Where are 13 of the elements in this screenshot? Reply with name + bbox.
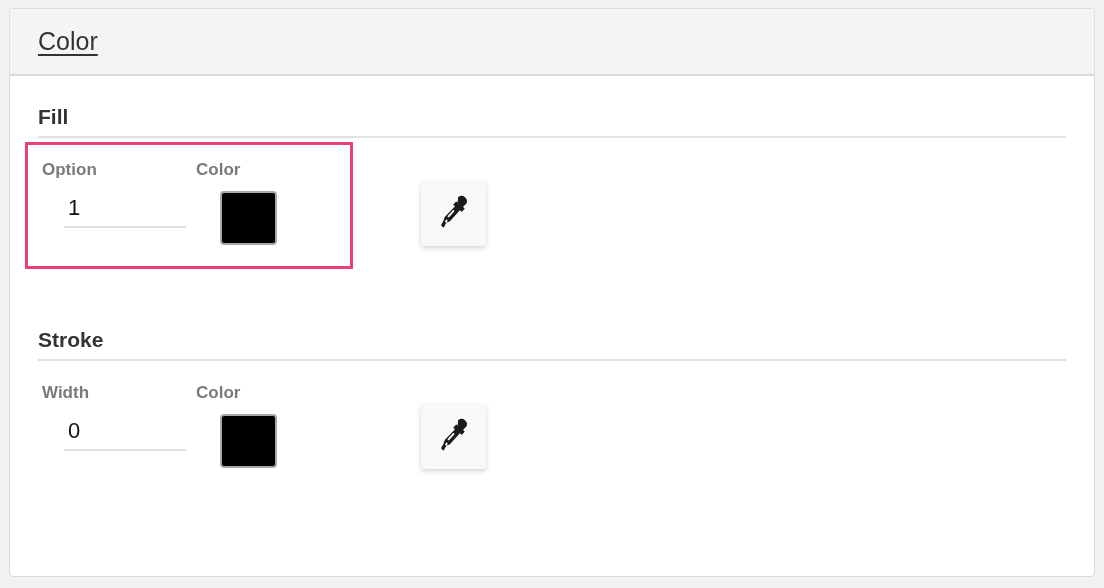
input-field[interactable]: 1 xyxy=(64,190,186,228)
section-heading: Fill xyxy=(38,105,1066,138)
section-heading: Stroke xyxy=(38,328,1066,361)
field-label: Width xyxy=(42,383,90,403)
field-label: Color xyxy=(196,383,241,403)
panel-title[interactable]: Color xyxy=(38,27,98,56)
eyedropper-button[interactable] xyxy=(421,404,486,469)
field-label: Option xyxy=(42,160,97,180)
field-label: Color xyxy=(196,160,241,180)
color-swatch[interactable] xyxy=(220,191,277,245)
color-swatch[interactable] xyxy=(220,414,277,468)
eyedropper-button[interactable] xyxy=(421,181,486,246)
input-field[interactable]: 0 xyxy=(64,413,186,451)
